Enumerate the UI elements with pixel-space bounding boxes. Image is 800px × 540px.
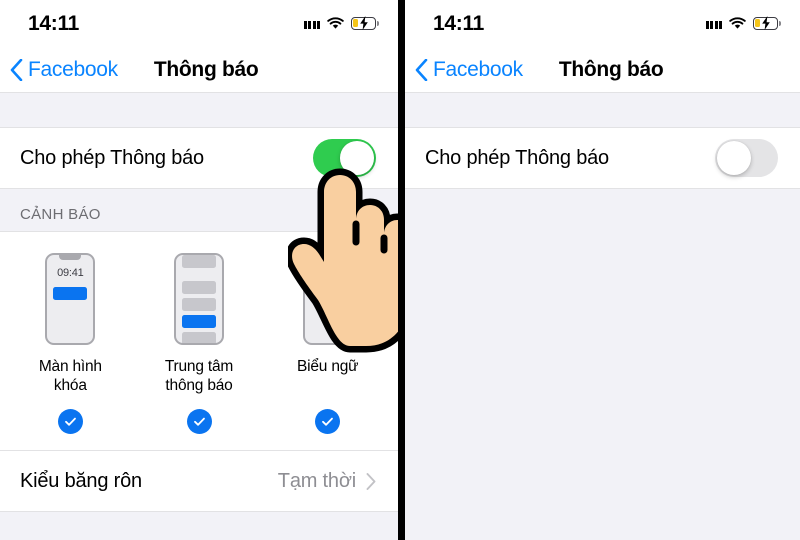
page-title: Thông báo: [153, 57, 259, 81]
content-bottom-spacer: [0, 512, 398, 540]
panel-divider: [398, 0, 405, 540]
preview-notification-bar: [182, 315, 216, 328]
comparison-screenshot: 14:11 Facebook Thông báo Cho phép Thông …: [0, 0, 800, 540]
status-bar: 14:11: [0, 0, 398, 46]
status-bar: 14:11: [405, 0, 800, 46]
alert-style-label: Trung tâm thông báo: [164, 358, 234, 394]
settings-content: Cho phép Thông báo: [405, 93, 800, 540]
allow-notifications-row[interactable]: Cho phép Thông báo: [405, 127, 800, 189]
preview-bar: [182, 281, 216, 294]
alert-style-grid: 09:41 Màn hình khóa Trung tâm thông báo …: [0, 253, 398, 395]
checkmark-notification-center[interactable]: [186, 409, 212, 434]
preview-notification-bar: [310, 264, 345, 277]
content-bottom-spacer: [405, 189, 800, 540]
battery-charging-icon: [351, 16, 379, 30]
back-button-label: Facebook: [28, 57, 118, 81]
preview-bar: [182, 332, 216, 343]
back-button[interactable]: Facebook: [405, 58, 523, 82]
chevron-left-icon: [415, 58, 428, 81]
toggle-knob: [340, 141, 374, 175]
wifi-icon: [327, 16, 344, 29]
alerts-section-header: CẢNH BÁO: [0, 189, 398, 231]
alert-style-label: Màn hình khóa: [38, 358, 102, 394]
check-cell: [135, 409, 264, 434]
content-top-spacer: [0, 93, 398, 127]
signal-dots-icon: [303, 18, 320, 29]
back-button-label: Facebook: [433, 57, 523, 81]
checkmark-banner[interactable]: [315, 409, 341, 434]
wifi-icon: [729, 16, 746, 29]
back-button[interactable]: Facebook: [0, 58, 118, 82]
preview-time: 09:41: [57, 267, 84, 279]
phone-notch: [59, 255, 82, 260]
allow-notifications-row[interactable]: Cho phép Thông báo: [0, 127, 398, 189]
check-cell: [6, 409, 135, 434]
check-cell: [263, 409, 392, 434]
allow-notifications-toggle[interactable]: [715, 139, 778, 177]
banner-style-value-group: Tạm thời: [278, 470, 376, 493]
alert-style-picker: 09:41 Màn hình khóa Trung tâm thông báo …: [0, 231, 398, 450]
status-bar-icons: [303, 16, 379, 30]
settings-content: Cho phép Thông báo CẢNH BÁO 09:41 Màn hì…: [0, 93, 398, 540]
allow-notifications-toggle[interactable]: [313, 139, 376, 177]
chevron-left-icon: [10, 58, 23, 81]
check-icon: [64, 417, 76, 426]
banner-style-row[interactable]: Kiểu băng rôn Tạm thời: [0, 450, 398, 512]
toggle-knob: [717, 141, 751, 175]
preview-bar: [182, 255, 216, 268]
allow-notifications-label: Cho phép Thông báo: [425, 146, 609, 169]
alert-style-notification-center[interactable]: Trung tâm thông báo: [135, 253, 264, 395]
battery-charging-icon: [753, 16, 781, 30]
banner-style-value: Tạm thời: [277, 469, 356, 492]
navigation-bar: Facebook Thông báo: [0, 46, 398, 93]
check-icon: [322, 417, 334, 426]
status-bar-clock: 14:11: [28, 12, 80, 35]
right-phone-panel: 14:11 Facebook Thông báo Cho phép Thông …: [405, 0, 800, 540]
alert-style-lock-screen[interactable]: 09:41 Màn hình khóa: [6, 253, 135, 395]
preview-bar: [182, 298, 216, 311]
chevron-right-icon: [366, 472, 376, 490]
banner-preview: [302, 253, 353, 345]
checkmark-lock-screen[interactable]: [57, 409, 83, 434]
notification-center-preview: [174, 253, 224, 345]
phone-notch: [316, 255, 339, 260]
content-top-spacer: [405, 93, 800, 127]
alert-style-banner[interactable]: Biểu ngữ: [263, 253, 392, 376]
banner-style-label: Kiểu băng rôn: [20, 469, 142, 492]
alert-style-checkmarks: [0, 395, 398, 450]
signal-dots-icon: [705, 18, 722, 29]
status-bar-icons: [705, 16, 781, 30]
allow-notifications-label: Cho phép Thông báo: [20, 146, 204, 169]
alert-style-label: Biểu ngữ: [297, 358, 359, 375]
navigation-bar: Facebook Thông báo: [405, 46, 800, 93]
lock-screen-preview: 09:41: [45, 253, 96, 345]
check-icon: [193, 417, 205, 426]
page-title: Thông báo: [558, 57, 664, 81]
status-bar-clock: 14:11: [433, 12, 485, 35]
left-phone-panel: 14:11 Facebook Thông báo Cho phép Thông …: [0, 0, 398, 540]
preview-notification-bar: [53, 287, 88, 300]
